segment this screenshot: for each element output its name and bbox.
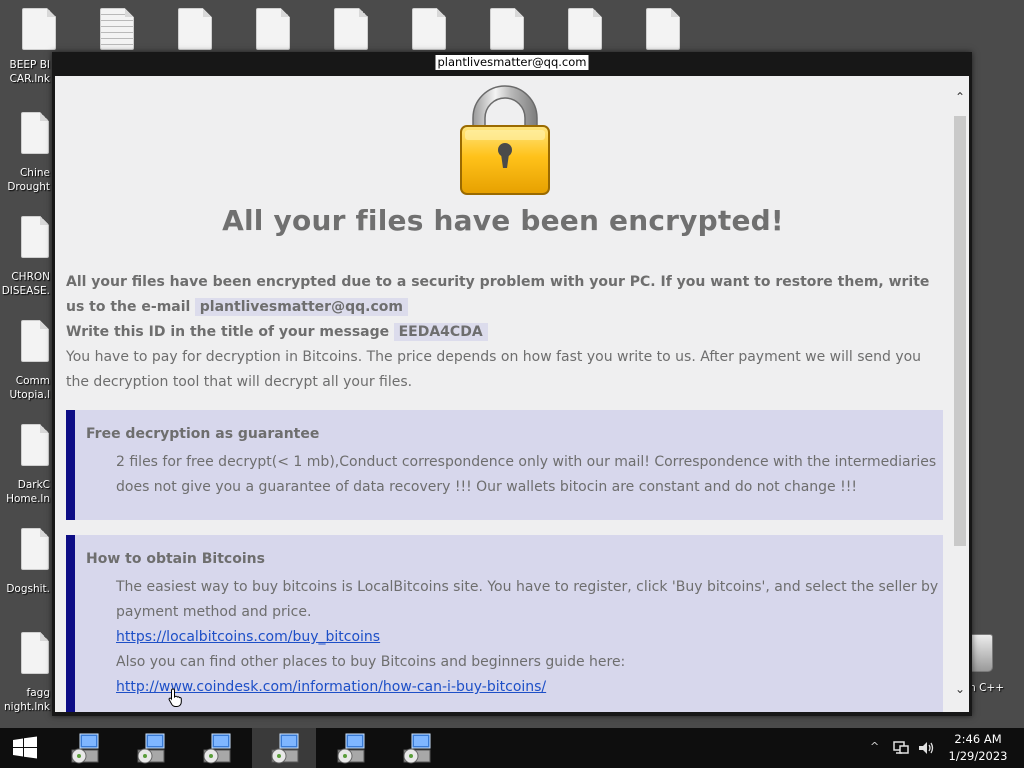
taskbar-app-button[interactable] xyxy=(184,728,248,768)
installer-app-icon xyxy=(271,733,299,764)
installer-app-icon xyxy=(203,733,231,764)
tray-overflow-chevron-icon[interactable]: ^ xyxy=(870,740,879,753)
volume-icon[interactable] xyxy=(917,740,935,756)
id-prompt: Write this ID in the title of your messa… xyxy=(66,324,390,340)
installer-app-icon xyxy=(337,733,365,764)
desktop-shortcut-darkc[interactable]: DarkC Home.ln xyxy=(0,424,54,520)
file-icon xyxy=(21,632,49,674)
scroll-thumb[interactable] xyxy=(954,116,966,546)
desktop-shortcut-comm[interactable]: Comm Utopia.l xyxy=(0,320,54,416)
desktop-shortcut-chron[interactable]: CHRON DISEASE. xyxy=(0,216,54,312)
clock-date[interactable]: 1/29/2023 xyxy=(946,749,1010,763)
start-button[interactable] xyxy=(0,728,50,768)
hand-pointer-cursor-icon xyxy=(168,688,182,707)
taskbar-app-button[interactable] xyxy=(52,728,116,768)
file-icon xyxy=(21,424,49,466)
taskbar-app-button[interactable] xyxy=(318,728,382,768)
desktop-shortcut-label: DarkC Home.ln xyxy=(6,479,50,505)
obtain-bitcoins-box: How to obtain Bitcoins The easiest way t… xyxy=(66,535,943,712)
desktop-file-icon[interactable] xyxy=(646,8,682,52)
window-titlebar[interactable]: plantlivesmatter@qq.com xyxy=(52,52,972,74)
desktop-file-icon[interactable] xyxy=(412,8,448,52)
desktop-shortcut-dogshit[interactable]: Dogshit. xyxy=(0,528,54,624)
desktop-file-icon[interactable] xyxy=(256,8,292,52)
localbitcoins-link[interactable]: https://localbitcoins.com/buy_bitcoins xyxy=(116,629,380,645)
contact-email: plantlivesmatter@qq.com xyxy=(194,298,408,316)
network-icon[interactable] xyxy=(892,740,910,756)
taskbar: ^ 2:46 AM 1/29/2023 xyxy=(0,728,1024,768)
installer-app-icon xyxy=(403,733,431,764)
file-icon xyxy=(21,112,49,154)
desktop-file-icon[interactable] xyxy=(490,8,526,52)
desktop-document-icon[interactable] xyxy=(100,8,136,52)
desktop-shortcut-fagg[interactable]: fagg night.lnk xyxy=(0,632,54,728)
payment-text: You have to pay for decryption in Bitcoi… xyxy=(66,349,922,390)
installer-app-icon xyxy=(137,733,165,764)
desktop-shortcut-label: CHRON DISEASE. xyxy=(1,271,50,297)
installer-app-icon xyxy=(71,733,99,764)
also-text: Also you can find other places to buy Bi… xyxy=(116,654,626,670)
file-icon xyxy=(21,528,49,570)
desktop-shortcut-label: BEEP BI CAR.lnk xyxy=(9,59,50,85)
intro-paragraph: All your files have been encrypted due t… xyxy=(66,270,946,395)
desktop-shortcut-beep[interactable]: BEEP BI CAR.lnk xyxy=(0,4,54,100)
desktop-shortcut-label: fagg night.lnk xyxy=(4,687,50,713)
taskbar-app-button[interactable] xyxy=(384,728,448,768)
desktop-shortcut-chine[interactable]: Chine Drought xyxy=(0,112,54,208)
desktop-file-icon[interactable] xyxy=(178,8,214,52)
free-decryption-heading: Free decryption as guarantee xyxy=(86,426,320,442)
scroll-up-arrow-icon[interactable]: ⌃ xyxy=(951,90,969,104)
clock-time[interactable]: 2:46 AM xyxy=(946,732,1010,746)
file-icon xyxy=(21,320,49,362)
desktop: BEEP BI CAR.lnk Chine Drought CHRON DISEASE… xyxy=(0,0,1024,728)
free-decryption-text: 2 files for free decrypt(< 1 mb),Conduct… xyxy=(116,454,937,495)
ransom-note-window[interactable]: plantlivesmatter@qq.com All your files h… xyxy=(52,52,972,716)
desktop-shortcut-label: Chine Drought xyxy=(7,167,50,193)
file-icon xyxy=(21,216,49,258)
obtain-bitcoins-text: The easiest way to buy bitcoins is Local… xyxy=(116,575,940,700)
vertical-scrollbar[interactable]: ⌃ ⌄ xyxy=(951,76,969,712)
recycle-bin-label: n C++ xyxy=(969,682,1004,694)
padlock-icon xyxy=(460,85,550,195)
free-decryption-box: Free decryption as guarantee 2 files for… xyxy=(66,410,943,520)
obtain-bitcoins-body: The easiest way to buy bitcoins is Local… xyxy=(116,579,939,620)
taskbar-app-button[interactable] xyxy=(118,728,182,768)
headline: All your files have been encrypted! xyxy=(222,204,784,237)
desktop-shortcut-label: Dogshit. xyxy=(6,583,50,595)
window-content: All your files have been encrypted! All … xyxy=(55,76,969,712)
desktop-shortcut-label: Comm Utopia.l xyxy=(9,375,51,401)
taskbar-app-button-active[interactable] xyxy=(252,728,316,768)
window-title: plantlivesmatter@qq.com xyxy=(435,55,589,70)
desktop-file-icon[interactable] xyxy=(334,8,370,52)
obtain-bitcoins-heading: How to obtain Bitcoins xyxy=(86,551,265,567)
scroll-down-arrow-icon[interactable]: ⌄ xyxy=(951,682,969,696)
victim-id: EEDA4CDA xyxy=(393,323,488,341)
windows-logo-icon xyxy=(13,736,37,759)
desktop-file-icon[interactable] xyxy=(568,8,604,52)
